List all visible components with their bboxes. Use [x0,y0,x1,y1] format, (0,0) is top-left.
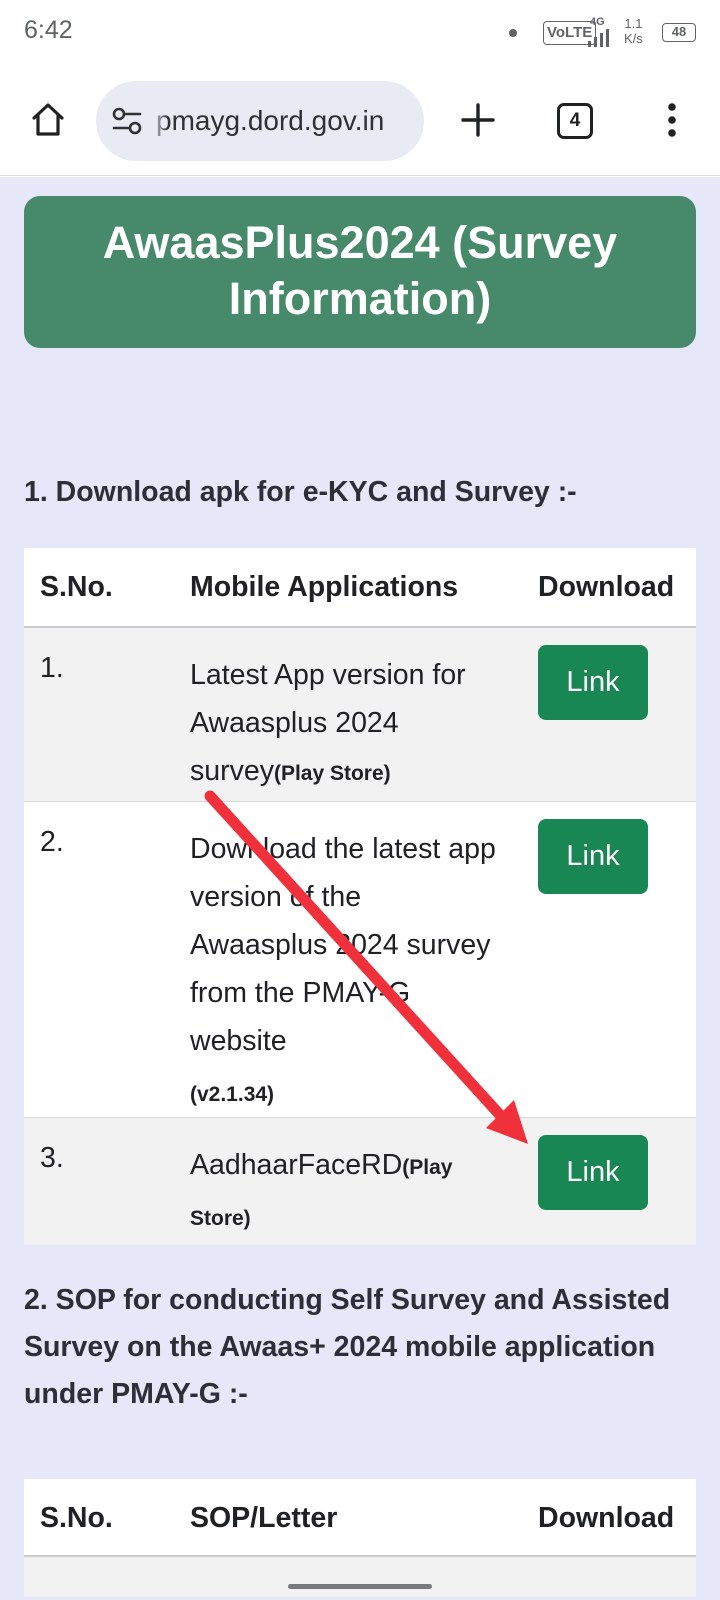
app-name: Download the latest app version of the A… [190,833,496,1057]
table-header-row: S.No. SOP/Letter Download [24,1479,696,1557]
column-header-apps: Mobile Applications [190,571,459,603]
gesture-nav-handle[interactable] [288,1584,432,1589]
plus-icon [461,103,495,137]
sop-table: S.No. SOP/Letter Download [24,1479,696,1597]
url-text[interactable]: pmayg.dord.gov.in [156,81,414,161]
more-menu-button[interactable] [652,94,692,146]
status-bar: 6:42 VoLTE 4G 1.1 K/s 48 [0,0,720,68]
table-header-row: S.No. Mobile Applications Download [24,548,696,628]
table-row: 1. Latest App version for Awaasplus 2024… [24,628,696,802]
download-link-button-1[interactable]: Link [538,645,648,720]
page-title: AwaasPlus2024 (Survey Information) [102,217,618,324]
column-header-sno: S.No. [40,1502,113,1534]
new-tab-button[interactable] [452,94,504,146]
battery-level: 48 [671,24,687,39]
column-header-download: Download [538,1502,675,1534]
signal-strength-icon [588,29,609,47]
section-1-heading: 1. Download apk for e-KYC and Survey :- [24,476,577,508]
battery-icon: 48 [662,23,696,42]
more-vert-icon [668,103,676,137]
table-row: 2. Download the latest app version of th… [24,802,696,1118]
column-header-download: Download [538,571,675,603]
page-title-card: AwaasPlus2024 (Survey Information) [24,196,696,348]
column-header-sop: SOP/Letter [190,1502,338,1534]
tab-switcher-icon[interactable]: 4 [557,103,593,139]
app-name: AadhaarFaceRD [190,1149,403,1181]
notification-dot-icon [509,29,517,37]
row-sno: 3. [40,1142,64,1174]
table-row [24,1557,696,1597]
column-header-sno: S.No. [40,571,113,603]
network-speed: 1.1 K/s [624,16,643,46]
row-sno: 2. [40,826,64,858]
tab-count: 4 [569,110,581,131]
network-type: 4G [590,16,605,28]
row-sno: 1. [40,652,64,684]
download-link-button-3[interactable]: Link [538,1135,648,1210]
row-description: Latest App version for Awaasplus 2024 su… [190,651,520,798]
app-source-note: (Play Store) [273,762,391,785]
app-version-note: (v2.1.34) [190,1083,275,1106]
apk-download-table: S.No. Mobile Applications Download 1. La… [24,548,696,1245]
table-row: 3. AadhaarFaceRD(Play Store) Link [24,1118,696,1245]
section-2-heading: 2. SOP for conducting Self Survey and As… [24,1284,671,1410]
speed-unit: K/s [624,31,643,46]
web-page[interactable]: AwaasPlus2024 (Survey Information) 1. Do… [0,177,720,1600]
browser-toolbar: pmayg.dord.gov.in 4 [0,68,720,176]
row-description: Download the latest app version of the A… [190,825,500,1125]
speed-value: 1.1 [624,16,643,31]
status-time: 6:42 [24,16,73,44]
home-icon [32,103,64,136]
address-bar[interactable]: pmayg.dord.gov.in [96,81,424,161]
tune-icon[interactable] [112,107,142,135]
download-link-button-2[interactable]: Link [538,819,648,894]
home-button[interactable] [22,94,74,146]
row-description: AadhaarFaceRD(Play Store) [190,1141,490,1243]
url-fade [150,81,168,161]
